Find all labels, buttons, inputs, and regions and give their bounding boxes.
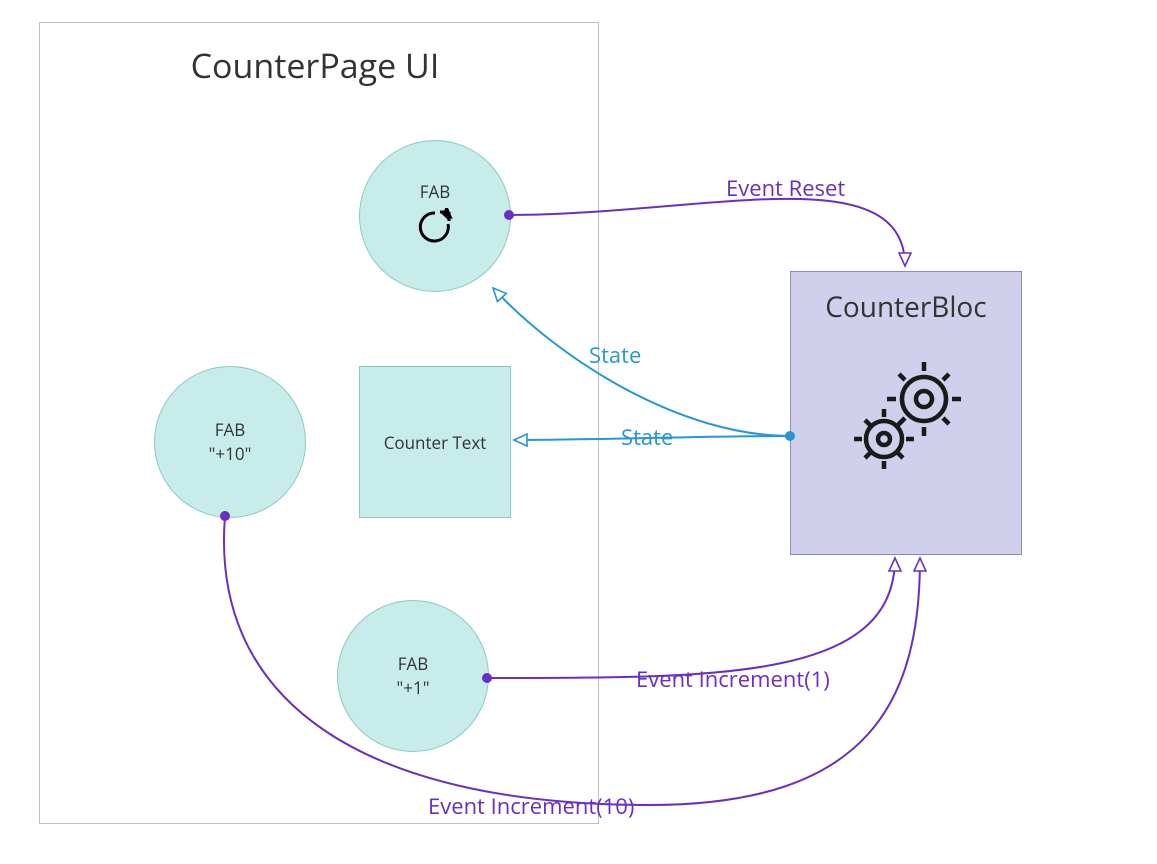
gears-icon — [846, 357, 966, 477]
fab-plus-1-value: "+1" — [397, 676, 430, 700]
counter-text-label: Counter Text — [384, 431, 487, 454]
fab-reset-button[interactable]: FAB — [359, 140, 511, 292]
reset-icon — [416, 208, 454, 252]
counterbloc-title: CounterBloc — [791, 288, 1021, 326]
fab-plus-1-label: FAB — [398, 652, 429, 676]
fab-plus-10-label: FAB — [215, 418, 246, 442]
state-to-text-label: State — [621, 422, 673, 452]
counterbloc-box: CounterBloc — [790, 271, 1022, 555]
fab-plus-10-button[interactable]: FAB "+10" — [154, 366, 306, 518]
event-increment-1-label: Event Increment(1) — [636, 664, 830, 694]
event-increment-10-label: Event Increment(10) — [428, 791, 634, 821]
fab-reset-label: FAB — [420, 180, 451, 204]
event-reset-label: Event Reset — [726, 173, 845, 203]
counterpage-ui-container — [39, 22, 599, 824]
fab-plus-10-value: "+10" — [209, 442, 252, 466]
counter-text-box: Counter Text — [359, 366, 511, 518]
fab-plus-1-button[interactable]: FAB "+1" — [337, 600, 489, 752]
state-to-reset-label: State — [589, 340, 641, 370]
counterpage-ui-title: CounterPage UI — [165, 42, 465, 88]
